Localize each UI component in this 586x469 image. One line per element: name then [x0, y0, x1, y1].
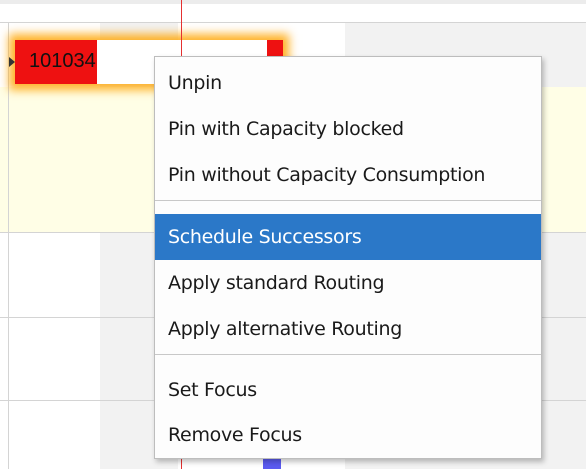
grid-row-line	[0, 22, 586, 23]
menu-item-remove-focus[interactable]: Remove Focus	[155, 412, 541, 458]
menu-item-pin-without-capacity-consumption[interactable]: Pin without Capacity Consumption	[155, 152, 541, 198]
menu-item-pin-with-capacity-blocked[interactable]: Pin with Capacity blocked	[155, 106, 541, 152]
menu-item-apply-standard-routing[interactable]: Apply standard Routing	[155, 260, 541, 306]
context-menu: Unpin Pin with Capacity blocked Pin with…	[154, 56, 542, 459]
order-bar-start-arrow-icon	[9, 57, 15, 67]
menu-separator	[155, 200, 541, 201]
menu-separator	[155, 354, 541, 355]
chart-top-border	[0, 0, 586, 4]
grid-column-line	[8, 22, 9, 469]
menu-item-schedule-successors[interactable]: Schedule Successors	[155, 214, 541, 260]
menu-item-set-focus[interactable]: Set Focus	[155, 367, 541, 413]
order-number-label: 101034	[29, 50, 96, 72]
menu-item-unpin[interactable]: Unpin	[155, 60, 541, 106]
menu-item-apply-alternative-routing[interactable]: Apply alternative Routing	[155, 306, 541, 352]
